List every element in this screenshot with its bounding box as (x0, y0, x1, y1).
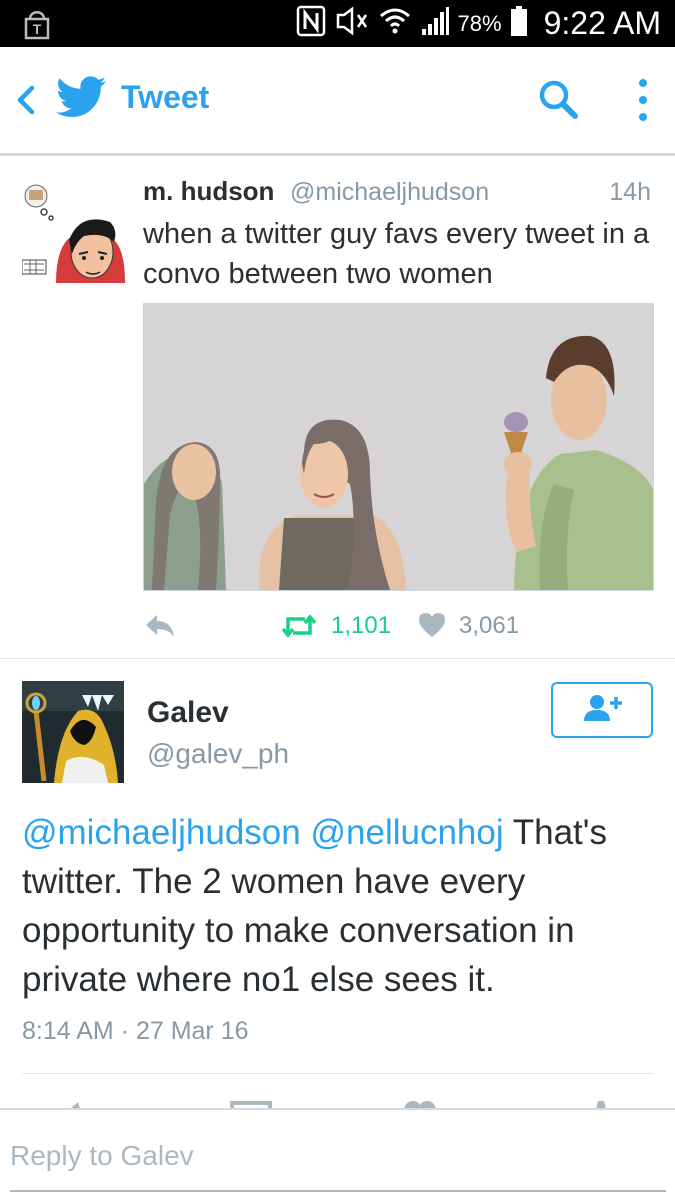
twitter-bird-icon (56, 75, 106, 119)
tweet-actions: 1,101 3,061 (143, 609, 653, 643)
search-icon[interactable] (536, 77, 582, 123)
retweet-count: 1,101 (331, 612, 392, 639)
tweet-actions (0, 1096, 675, 1108)
avatar[interactable] (22, 180, 125, 283)
wifi-icon (378, 5, 412, 42)
reply-bar (0, 1108, 675, 1202)
clock: 9:22 AM (543, 5, 661, 41)
avatar[interactable] (22, 681, 124, 783)
more-icon (596, 1101, 606, 1108)
svg-text:T: T (33, 21, 42, 37)
add-user-icon (580, 693, 624, 728)
app-bar: Tweet (0, 47, 675, 156)
input-underline (10, 1190, 666, 1192)
tweet-age: 14h (609, 178, 651, 206)
tweet-text: @michaeljhudson @nellucnhoj That's twitt… (22, 808, 652, 1004)
tweet-text: when a twitter guy favs every tweet in a… (143, 218, 650, 290)
mention-link[interactable]: @nellucnhoj (310, 813, 503, 852)
like-count: 3,061 (459, 612, 520, 639)
parent-tweet[interactable]: m. hudson @michaeljhudson 14h when a twi… (0, 156, 675, 659)
tweet-timestamp: 8:14 AM · 27 Mar 16 (22, 1017, 249, 1045)
tweet-media-image[interactable] (143, 303, 654, 591)
retweet-icon[interactable] (281, 611, 317, 641)
author-name[interactable]: m. hudson (143, 176, 274, 207)
author-handle[interactable]: @galev_ph (147, 738, 289, 770)
battery-icon (510, 5, 528, 42)
author-handle[interactable]: @michaeljhudson (290, 178, 489, 207)
reply-icon[interactable] (143, 611, 177, 641)
t-mobile-icon: T (22, 5, 52, 41)
author-name[interactable]: Galev (147, 696, 229, 730)
follow-button[interactable] (551, 682, 653, 738)
nfc-icon (296, 5, 326, 42)
battery-percent: 78% (457, 10, 502, 36)
mute-icon (334, 5, 370, 42)
reply-input[interactable] (10, 1134, 665, 1178)
mention-link[interactable]: @michaeljhudson (22, 813, 301, 852)
heart-icon (404, 1101, 436, 1108)
heart-icon[interactable] (417, 611, 447, 639)
divider (22, 1073, 653, 1074)
page-title: Tweet (121, 79, 210, 115)
signal-icon (420, 5, 450, 42)
status-bar: T 78% 9:22 AM (0, 0, 675, 47)
back-icon[interactable] (10, 80, 40, 120)
more-icon[interactable] (628, 75, 658, 125)
